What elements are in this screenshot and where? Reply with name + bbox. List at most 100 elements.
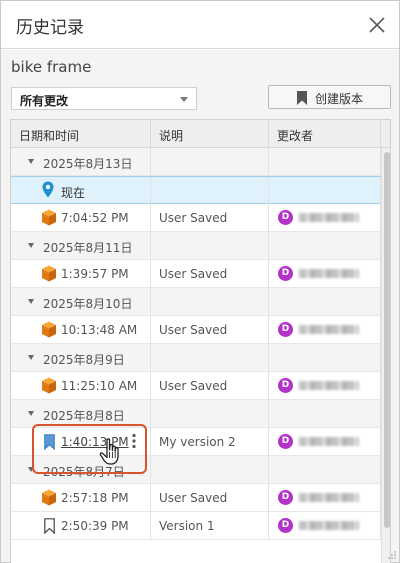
date-cell: 1:39:57 PM (11, 260, 151, 287)
more-options-icon[interactable] (132, 433, 136, 449)
column-header-datetime[interactable]: 日期和时间 (11, 120, 151, 148)
empty-cell (269, 288, 381, 315)
date-group-row[interactable]: 2025年8月13日 (11, 148, 381, 176)
cube-icon (42, 265, 56, 282)
avatar: D (278, 210, 293, 225)
history-table: 日期和时间 说明 更改者 2025年8月13日 现在 7:04:52 PM User … (10, 119, 391, 563)
bookmark-filled-icon (44, 434, 55, 450)
version-row[interactable]: 2:57:18 PM User Saved D (11, 484, 381, 512)
empty-cell (269, 148, 381, 175)
avatar: D (278, 378, 293, 393)
close-button[interactable] (366, 14, 388, 36)
empty-cell (269, 456, 381, 483)
date-cell: 1:40:13 PM (11, 428, 151, 455)
collapse-triangle-icon[interactable] (28, 355, 34, 360)
redacted-username (299, 381, 359, 390)
changed-by-cell: D (269, 512, 381, 539)
version-row[interactable]: 1:39:57 PM User Saved D (11, 260, 381, 288)
date-cell: 2025年8月13日 (11, 148, 151, 175)
collapse-triangle-icon[interactable] (28, 411, 34, 416)
version-row[interactable]: 11:25:10 AM User Saved D (11, 372, 381, 400)
date-group-row[interactable]: 2025年8月10日 (11, 288, 381, 316)
date-group-row[interactable]: 2025年8月11日 (11, 232, 381, 260)
redacted-username (299, 437, 359, 446)
changed-by-cell: D (269, 204, 381, 231)
column-header-description[interactable]: 说明 (151, 120, 269, 148)
version-time: 1:39:57 PM (61, 267, 129, 281)
history-dialog: 历史记录 bike frame 所有更改 创建版本 日期和时间 说明 更改者 2… (0, 0, 400, 563)
version-description: My version 2 (159, 435, 236, 449)
version-time: 11:25:10 AM (61, 379, 138, 393)
scrollbar-thumb[interactable] (384, 152, 390, 528)
empty-cell (151, 177, 269, 204)
vertical-scrollbar[interactable] (381, 148, 390, 563)
version-row[interactable]: 1:40:13 PM My version 2 D (11, 428, 381, 456)
avatar: D (278, 434, 293, 449)
date-cell: 10:13:48 AM (11, 316, 151, 343)
version-description: User Saved (159, 267, 228, 281)
create-version-label: 创建版本 (315, 92, 364, 106)
description-cell: My version 2 (151, 428, 269, 455)
date-cell: 7:04:52 PM (11, 204, 151, 231)
version-description: User Saved (159, 211, 228, 225)
group-date: 2025年8月9日 (43, 353, 125, 367)
changed-by-cell: D (269, 316, 381, 343)
collapse-triangle-icon[interactable] (28, 467, 34, 472)
empty-cell (269, 232, 381, 259)
date-cell: 11:25:10 AM (11, 372, 151, 399)
date-cell: 2025年8月8日 (11, 400, 151, 427)
collapse-triangle-icon[interactable] (28, 243, 34, 248)
group-date: 2025年8月8日 (43, 409, 125, 423)
group-date: 2025年8月11日 (43, 241, 133, 255)
description-cell: User Saved (151, 260, 269, 287)
date-cell: 2025年8月10日 (11, 288, 151, 315)
description-cell: User Saved (151, 484, 269, 511)
description-cell: User Saved (151, 316, 269, 343)
avatar: D (278, 490, 293, 505)
collapse-triangle-icon[interactable] (28, 299, 34, 304)
create-version-button[interactable]: 创建版本 (268, 85, 391, 109)
cube-icon (42, 377, 56, 394)
location-pin-icon (42, 181, 54, 198)
version-time: 7:04:52 PM (61, 211, 129, 225)
dialog-titlebar: 历史记录 (1, 1, 399, 49)
group-date: 2025年8月10日 (43, 297, 133, 311)
resize-grip-icon[interactable] (387, 550, 397, 560)
date-group-row[interactable]: 2025年8月8日 (11, 400, 381, 428)
collapse-triangle-icon[interactable] (28, 159, 34, 164)
date-cell: 2025年8月7日 (11, 456, 151, 483)
description-cell: Version 1 (151, 512, 269, 539)
description-cell: User Saved (151, 372, 269, 399)
column-header-changed-by[interactable]: 更改者 (269, 120, 381, 148)
avatar: D (278, 266, 293, 281)
cube-icon (42, 489, 56, 506)
empty-cell (269, 177, 381, 204)
cube-icon (42, 321, 56, 338)
dialog-content: bike frame 所有更改 创建版本 日期和时间 说明 更改者 2025年8… (1, 50, 399, 563)
changed-by-cell: D (269, 484, 381, 511)
current-version-row[interactable]: 现在 (11, 176, 381, 204)
date-cell: 2:50:39 PM (11, 512, 151, 539)
version-row[interactable]: 2:50:39 PM Version 1 D (11, 512, 381, 540)
redacted-username (299, 493, 359, 502)
version-description: User Saved (159, 491, 228, 505)
hand-cursor-icon (99, 438, 119, 465)
date-group-row[interactable]: 2025年8月7日 (11, 456, 381, 484)
version-time: 10:13:48 AM (61, 323, 138, 337)
version-row[interactable]: 10:13:48 AM User Saved D (11, 316, 381, 344)
version-description: User Saved (159, 323, 228, 337)
close-icon (369, 17, 385, 33)
version-time: 2:50:39 PM (61, 519, 129, 533)
redacted-username (299, 213, 359, 222)
date-group-row[interactable]: 2025年8月9日 (11, 344, 381, 372)
empty-cell (151, 456, 269, 483)
empty-cell (151, 344, 269, 371)
bookmark-icon (297, 91, 307, 105)
date-cell: 2025年8月11日 (11, 232, 151, 259)
change-filter-value: 所有更改 (20, 94, 69, 108)
changed-by-cell: D (269, 372, 381, 399)
version-row[interactable]: 7:04:52 PM User Saved D (11, 204, 381, 232)
redacted-username (299, 521, 359, 530)
empty-cell (151, 288, 269, 315)
change-filter-dropdown[interactable]: 所有更改 (11, 87, 197, 110)
